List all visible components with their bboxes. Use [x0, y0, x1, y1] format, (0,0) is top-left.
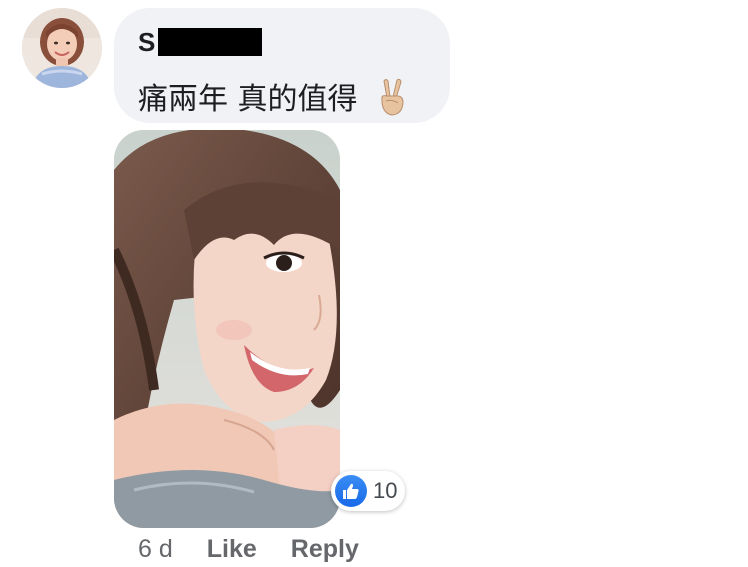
avatar[interactable] [22, 8, 102, 88]
selfie-photo[interactable] [114, 130, 340, 528]
victory-hand-icon [375, 77, 409, 117]
author-name-redaction [157, 28, 262, 56]
avatar-photo [22, 8, 102, 88]
comment-bubble: S 痛兩年 真的值得 [114, 8, 450, 123]
reply-button[interactable]: Reply [291, 535, 359, 564]
comment-text: 痛兩年 真的值得 [138, 82, 358, 117]
comment-actions: 6 d Like Reply [138, 534, 393, 564]
like-button[interactable]: Like [207, 535, 257, 564]
reaction-summary[interactable]: 10 [331, 471, 406, 511]
comment-timestamp[interactable]: 6 d [138, 535, 173, 564]
author-name[interactable]: S [138, 27, 156, 58]
selfie-image [114, 130, 340, 528]
reaction-count: 10 [373, 478, 398, 503]
comment-text-row: 痛兩年 真的值得 [138, 74, 409, 121]
author-row: S [138, 26, 262, 58]
comment-thread: S 痛兩年 真的值得 10 6 d Like Reply [0, 0, 748, 567]
thumbs-up-icon [335, 475, 367, 507]
